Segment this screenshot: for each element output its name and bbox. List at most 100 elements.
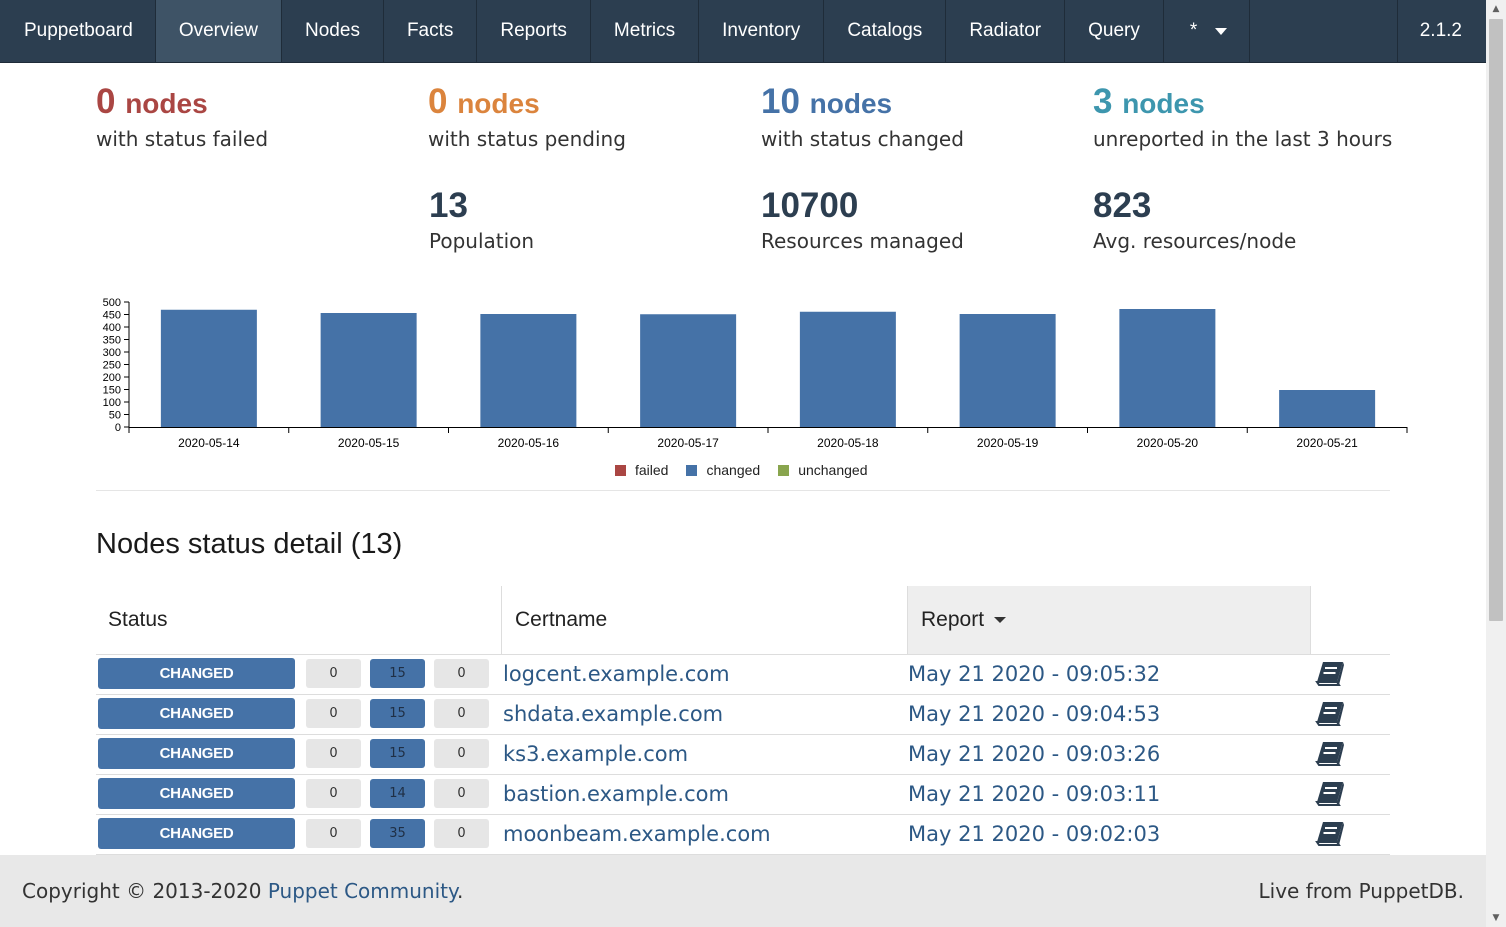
stat-pending-count: 0 [428, 82, 448, 121]
status-badge[interactable]: CHANGED [98, 778, 295, 809]
footer-copyright: Copyright © 2013-2020 Puppet Community. [22, 879, 463, 903]
brand-link[interactable]: Puppetboard [0, 0, 156, 62]
stat-resources-value: 10700 [761, 186, 859, 225]
x-axis-tick-label: 2020-05-17 [657, 436, 719, 450]
legend-swatch-failed [615, 464, 626, 476]
detail-table-header: Status Certname Report [96, 586, 1390, 655]
nav-more-dropdown[interactable]: * [1164, 0, 1251, 62]
column-header-certname[interactable]: Certname [501, 586, 907, 654]
table-row: CHANGED 0 15 0 ks3.example.com May 21 2020 - … [96, 734, 1390, 775]
certname-link[interactable]: moonbeam.example.com [503, 814, 771, 854]
book-icon[interactable] [1314, 820, 1346, 848]
stat-resources: 10700 Resources managed [761, 186, 964, 254]
status-badge[interactable]: CHANGED [98, 658, 295, 689]
nav-inventory[interactable]: Inventory [699, 0, 825, 62]
book-icon[interactable] [1314, 700, 1346, 728]
puppet-community-link[interactable]: Puppet Community [268, 879, 457, 903]
status-badge[interactable]: CHANGED [98, 818, 295, 849]
stat-unreported-unit: nodes [1122, 88, 1205, 119]
scroll-up-arrow-icon[interactable]: ▲ [1486, 0, 1506, 18]
bar-changed [160, 309, 257, 427]
stat-avg-label: Avg. resources/node [1093, 229, 1297, 253]
unchanged-count-badge: 0 [434, 779, 489, 808]
report-link[interactable]: May 21 2020 - 09:02:03 [908, 814, 1160, 854]
report-link[interactable]: May 21 2020 - 09:05:32 [908, 654, 1160, 694]
y-axis-tick-label: 400 [103, 322, 121, 334]
nav-reports[interactable]: Reports [477, 0, 591, 62]
table-row: CHANGED 0 15 0 logcent.example.com May 21 202… [96, 654, 1390, 695]
changed-count-badge: 35 [370, 819, 425, 848]
nav-more-label: * [1189, 20, 1198, 41]
stat-pending: 0 nodes with status pending [428, 82, 626, 152]
column-header-status[interactable]: Status [96, 586, 501, 654]
certname-link[interactable]: bastion.example.com [503, 774, 729, 814]
y-axis-tick-label: 100 [103, 397, 121, 409]
stat-resources-label: Resources managed [761, 229, 964, 253]
nav-facts[interactable]: Facts [384, 0, 478, 62]
y-axis-tick-label: 150 [103, 385, 121, 397]
nav-radiator[interactable]: Radiator [946, 0, 1066, 62]
bar-changed [959, 314, 1056, 427]
stat-changed-count: 10 [761, 82, 800, 121]
stat-pending-label: with status pending [428, 127, 626, 151]
status-badge[interactable]: CHANGED [98, 698, 295, 729]
certname-link[interactable]: logcent.example.com [503, 654, 730, 694]
report-link[interactable]: May 21 2020 - 09:04:53 [908, 694, 1160, 734]
bar-changed [1119, 309, 1216, 427]
legend-item-failed[interactable]: failed [615, 462, 668, 478]
vertical-scrollbar[interactable]: ▲ ▼ [1486, 0, 1506, 927]
certname-link[interactable]: shdata.example.com [503, 694, 723, 734]
stat-changed-unit: nodes [809, 88, 893, 119]
stat-changed-value: 10 nodes [761, 82, 964, 124]
nav-metrics[interactable]: Metrics [591, 0, 700, 62]
nav-query[interactable]: Query [1065, 0, 1164, 62]
certname-link[interactable]: ks3.example.com [503, 734, 688, 774]
report-link[interactable]: May 21 2020 - 09:03:11 [908, 774, 1160, 814]
stat-avg-value: 823 [1093, 186, 1152, 225]
changed-count-badge: 14 [370, 779, 425, 808]
scroll-down-arrow-icon[interactable]: ▼ [1486, 909, 1506, 927]
stat-pending-value: 0 nodes [428, 82, 626, 124]
nav-catalogs[interactable]: Catalogs [824, 0, 947, 62]
nav-overview[interactable]: Overview [155, 0, 283, 62]
unchanged-count-badge: 0 [434, 739, 489, 768]
y-axis-tick-label: 300 [103, 347, 121, 359]
y-axis-tick-label: 450 [103, 310, 121, 322]
legend-item-changed[interactable]: changed [686, 462, 760, 478]
y-axis-tick-label: 50 [109, 410, 121, 422]
version-label: 2.1.2 [1419, 20, 1462, 41]
legend-swatch-unchanged [778, 464, 790, 476]
report-link[interactable]: May 21 2020 - 09:03:26 [908, 734, 1160, 774]
x-axis-tick-label: 2020-05-16 [498, 436, 560, 450]
bar-changed [1279, 390, 1376, 427]
legend-label-changed: changed [706, 462, 761, 478]
changed-count-badge: 15 [370, 739, 425, 768]
legend-item-unchanged[interactable]: unchanged [778, 462, 867, 478]
x-axis-tick-label: 2020-05-20 [1137, 436, 1199, 450]
stat-changed: 10 nodes with status changed [761, 82, 964, 152]
scroll-thumb[interactable] [1489, 19, 1503, 621]
table-row: CHANGED 0 35 0 moonbeam.example.com May 21 20… [96, 814, 1390, 855]
section-divider [96, 490, 1390, 491]
book-icon[interactable] [1314, 740, 1346, 768]
nav-nodes[interactable]: Nodes [282, 0, 384, 62]
y-axis-tick-label: 0 [115, 422, 121, 434]
unchanged-count-badge: 0 [434, 699, 489, 728]
column-header-report[interactable]: Report [907, 586, 1311, 654]
footer-period: . [457, 879, 464, 903]
y-axis-tick-label: 500 [103, 297, 121, 309]
stat-failed: 0 nodes with status failed [96, 82, 268, 152]
bar-changed [799, 311, 896, 427]
table-row: CHANGED 0 15 0 shdata.example.com May 21 2020… [96, 694, 1390, 735]
book-icon[interactable] [1314, 780, 1346, 808]
top-navbar: Puppetboard Overview Nodes Facts Reports… [0, 0, 1486, 63]
book-icon[interactable] [1314, 660, 1346, 688]
x-axis-tick-label: 2020-05-21 [1296, 436, 1358, 450]
status-badge[interactable]: CHANGED [98, 738, 295, 769]
chart-legend: failed changed unchanged [615, 462, 885, 478]
footer-copyright-text: Copyright © 2013-2020 [22, 879, 268, 903]
stat-failed-unit: nodes [125, 88, 208, 119]
failed-count-badge: 0 [306, 739, 361, 768]
changed-count-badge: 15 [370, 659, 425, 688]
footer-live-from: Live from PuppetDB. [1258, 879, 1465, 903]
